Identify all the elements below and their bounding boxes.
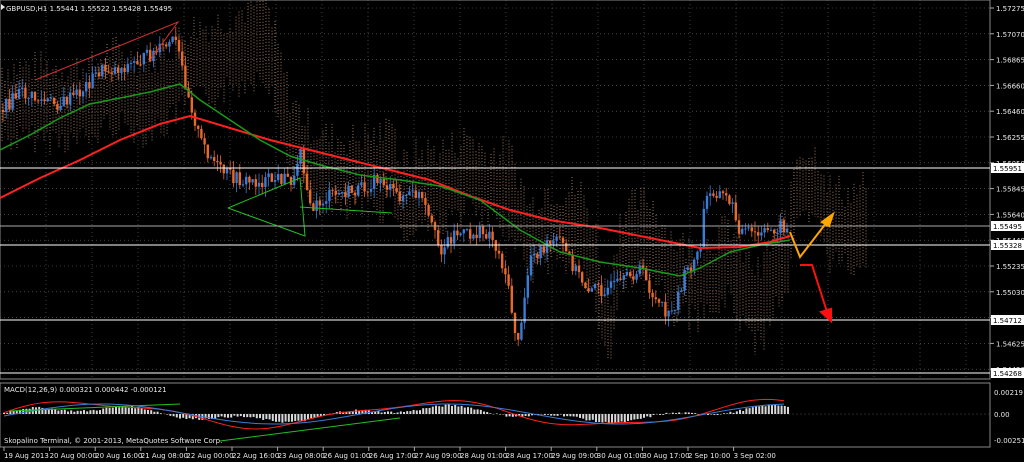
price-tag-text: 1.55951 <box>993 165 1022 173</box>
price-tick: 1.55845 <box>996 186 1024 194</box>
price-tag-text: 1.55328 <box>993 242 1022 250</box>
time-axis[interactable]: 19 Aug 2013 20 Aug 00:0020 Aug 16:0021 Au… <box>3 447 776 460</box>
price-tick: 1.57275 <box>996 5 1024 13</box>
price-tick: 1.54625 <box>996 340 1024 348</box>
time-label: 29 Aug 09:00 <box>551 452 598 460</box>
price-tick: 1.56460 <box>996 108 1024 116</box>
time-label: 2 Sep 10:00 <box>688 452 730 460</box>
time-label: 27 Aug 09:00 <box>414 452 461 460</box>
time-label: 28 Aug 17:00 <box>506 452 553 460</box>
price-tick: 1.55640 <box>996 211 1024 219</box>
time-label: 26 Aug 17:00 <box>369 452 416 460</box>
time-label: 20 Aug 00:00 <box>50 452 97 460</box>
time-label: 28 Aug 01:00 <box>460 452 507 460</box>
macd-scale-bottom: -0.00251 <box>994 437 1024 445</box>
time-label: 30 Aug 17:00 <box>642 452 689 460</box>
time-label: 30 Aug 01:00 <box>597 452 644 460</box>
time-label: 3 Sep 02:00 <box>734 452 776 460</box>
macd-scale-mid: 0.00 <box>994 411 1010 419</box>
macd-label: MACD(12,26,9) 0.000321 0.000442 -0.00012… <box>4 386 167 394</box>
copyright-text: Skopalino Terminal, © 2001-2013, MetaQuo… <box>4 437 222 445</box>
time-label: 26 Aug 01:00 <box>323 452 370 460</box>
price-tag-text: 1.55495 <box>993 223 1022 231</box>
macd-scale-top: 0.00219 <box>994 389 1023 397</box>
price-tag-text: 1.54268 <box>993 370 1022 378</box>
price-axis[interactable]: 1.57275 1.57070 1.56865 1.56660 1.56460 1.562… <box>990 5 1024 378</box>
price-tick: 1.56660 <box>996 82 1024 90</box>
price-tick: 1.57070 <box>996 31 1024 39</box>
symbol-label: GBPUSD,H1 1.55441 1.55522 1.55428 1.5549… <box>6 5 172 13</box>
price-tick: 1.56865 <box>996 57 1024 65</box>
price-tag-text: 1.54712 <box>993 317 1022 325</box>
chart-window[interactable]: GBPUSD,H1 1.55441 1.55522 1.55428 1.5549… <box>0 0 1024 462</box>
price-tick: 1.55235 <box>996 263 1024 271</box>
time-label: 21 Aug 08:00 <box>141 452 188 460</box>
time-label: 23 Aug 08:00 <box>278 452 325 460</box>
time-label: 22 Aug 00:00 <box>186 452 233 460</box>
main-chart-area[interactable] <box>0 0 991 380</box>
time-label: 19 Aug 2013 <box>4 452 49 460</box>
price-tick: 1.55030 <box>996 289 1024 297</box>
time-label: 22 Aug 16:00 <box>232 452 279 460</box>
time-label: 20 Aug 16:00 <box>95 452 142 460</box>
price-tick: 1.56255 <box>996 134 1024 142</box>
